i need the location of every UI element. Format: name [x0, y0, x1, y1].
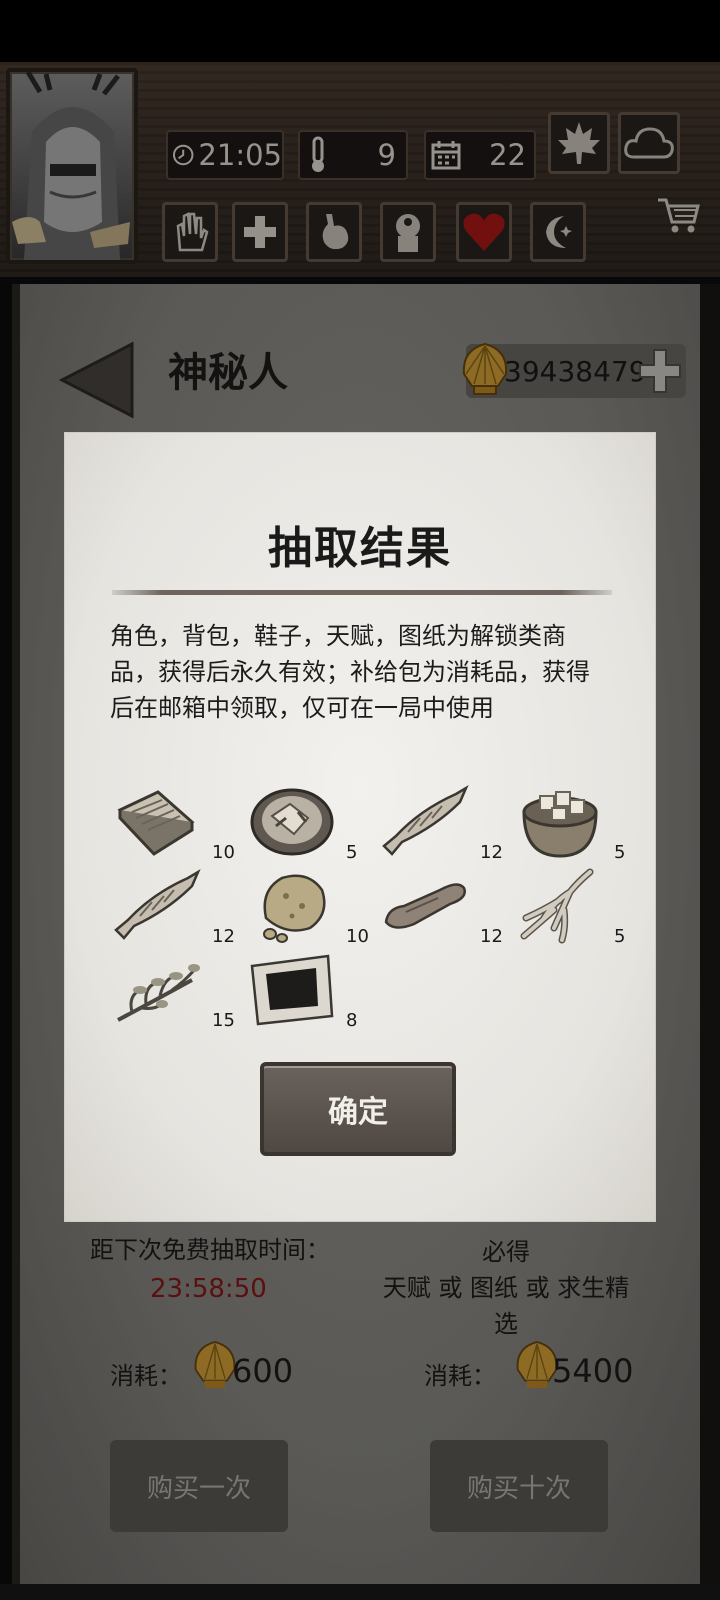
reward-count: 10 [346, 926, 369, 947]
reward-count: 5 [346, 842, 358, 863]
herb-sprig-icon [117, 964, 200, 1022]
reward-count: 10 [212, 842, 235, 863]
ore-rock-icon [263, 874, 326, 943]
reward-item[interactable]: 5 [246, 782, 366, 863]
black-cloth-icon [250, 954, 334, 1026]
reward-count: 15 [212, 1010, 235, 1031]
bowl-of-tofu-icon [522, 791, 598, 858]
dialog-description: 角色，背包，鞋子，天赋，图纸为解锁类商品，获得后永久有效；补给包为消耗品，获得后… [110, 622, 590, 722]
book-icon [117, 790, 195, 856]
reward-item[interactable]: 12 [380, 782, 503, 863]
confirm-button[interactable]: 确定 [260, 1062, 456, 1156]
reward-item[interactable]: 5 [514, 782, 634, 863]
reward-count: 5 [614, 842, 626, 863]
reward-item[interactable]: 8 [246, 950, 366, 1031]
reward-count: 12 [480, 926, 503, 947]
draw-result-dialog: 抽取结果 角色，背包，鞋子，天赋，图纸为解锁类商品，获得后永久有效；补给包为消耗… [64, 432, 656, 1222]
reward-count: 12 [212, 926, 235, 947]
dried-fish-icon [382, 784, 469, 856]
reward-count: 8 [346, 1010, 358, 1031]
bowl-of-meat-icon [250, 788, 334, 856]
reward-item[interactable]: 10 [112, 782, 235, 863]
reward-item[interactable]: 15 [112, 950, 235, 1031]
meat-strip-icon [384, 883, 466, 929]
dialog-title: 抽取结果 [268, 523, 452, 574]
reward-count: 12 [480, 842, 503, 863]
reward-item[interactable]: 10 [246, 866, 369, 947]
reward-item[interactable]: 5 [514, 866, 634, 947]
reward-item[interactable]: 12 [112, 866, 235, 947]
ginseng-root-icon [520, 868, 594, 944]
dried-fish-icon [114, 868, 201, 940]
reward-count: 5 [614, 926, 626, 947]
title-divider [112, 590, 612, 595]
reward-item[interactable]: 12 [380, 866, 503, 947]
